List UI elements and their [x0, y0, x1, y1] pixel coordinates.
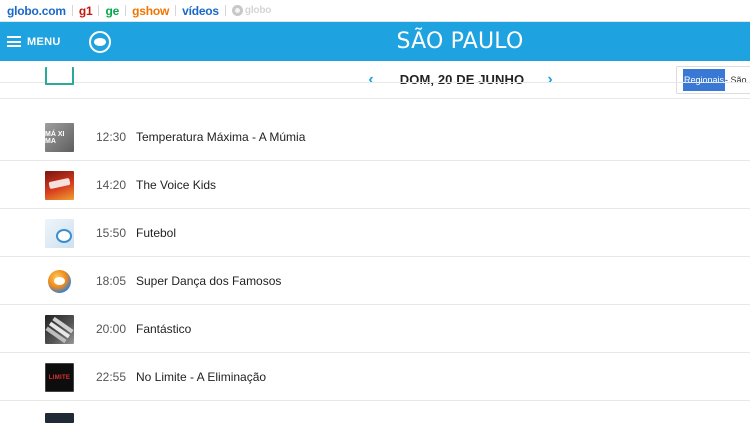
page-title: SÃO PAULO	[396, 29, 524, 54]
list-item[interactable]: 15:50 Futebol	[0, 209, 750, 257]
page-header: MENU SÃO PAULO	[0, 22, 750, 61]
program-time: 12:30	[96, 130, 127, 144]
gshow-link[interactable]: gshow	[132, 4, 169, 18]
globo-top-bar: globo.com g1 ge gshow vídeos globo	[0, 0, 750, 22]
list-item[interactable]	[0, 401, 750, 423]
program-thumbnail: LIMITE	[45, 363, 74, 392]
divider	[175, 5, 177, 16]
globoplay-link[interactable]: globo	[231, 5, 272, 16]
list-item[interactable]	[0, 67, 750, 85]
program-thumbnail	[45, 413, 74, 423]
program-time: 18:05	[96, 274, 127, 288]
program-thumbnail	[45, 267, 74, 296]
program-title: Fantástico	[136, 322, 192, 336]
program-thumbnail: MÁ XI MA	[45, 123, 74, 152]
program-time: 14:20	[96, 178, 127, 192]
list-item[interactable]: MÁ XI MA 12:30 Temperatura Máxima - A Mú…	[0, 113, 750, 161]
divider	[71, 5, 73, 16]
program-title: Futebol	[136, 226, 177, 240]
program-thumbnail	[45, 67, 74, 85]
program-time: 20:00	[96, 322, 127, 336]
list-item[interactable]: 14:20 The Voice Kids	[0, 161, 750, 209]
globoplay-label: globo	[244, 5, 272, 16]
program-title: The Voice Kids	[136, 178, 217, 192]
list-item[interactable]: LIMITE 22:55 No Limite - A Eliminação	[0, 353, 750, 401]
list-item[interactable]: 20:00 Fantástico	[0, 305, 750, 353]
ge-link[interactable]: ge	[105, 4, 119, 18]
program-thumbnail	[45, 171, 74, 200]
program-thumbnail	[45, 219, 74, 248]
globo-com-link[interactable]: globo.com	[7, 4, 66, 18]
program-title: Super Dança dos Famosos	[136, 274, 282, 288]
divider	[224, 5, 226, 16]
globoplay-icon	[231, 5, 243, 16]
program-title: No Limite - A Eliminação	[136, 370, 267, 384]
videos-link[interactable]: vídeos	[182, 4, 219, 18]
divider	[98, 5, 100, 16]
g1-link[interactable]: g1	[79, 4, 93, 18]
program-time: 22:55	[96, 370, 127, 384]
list-item[interactable]: 18:05 Super Dança dos Famosos	[0, 257, 750, 305]
program-thumbnail	[45, 315, 74, 344]
divider	[125, 5, 127, 16]
program-time: 15:50	[96, 226, 127, 240]
program-title: Temperatura Máxima - A Múmia	[136, 130, 306, 144]
